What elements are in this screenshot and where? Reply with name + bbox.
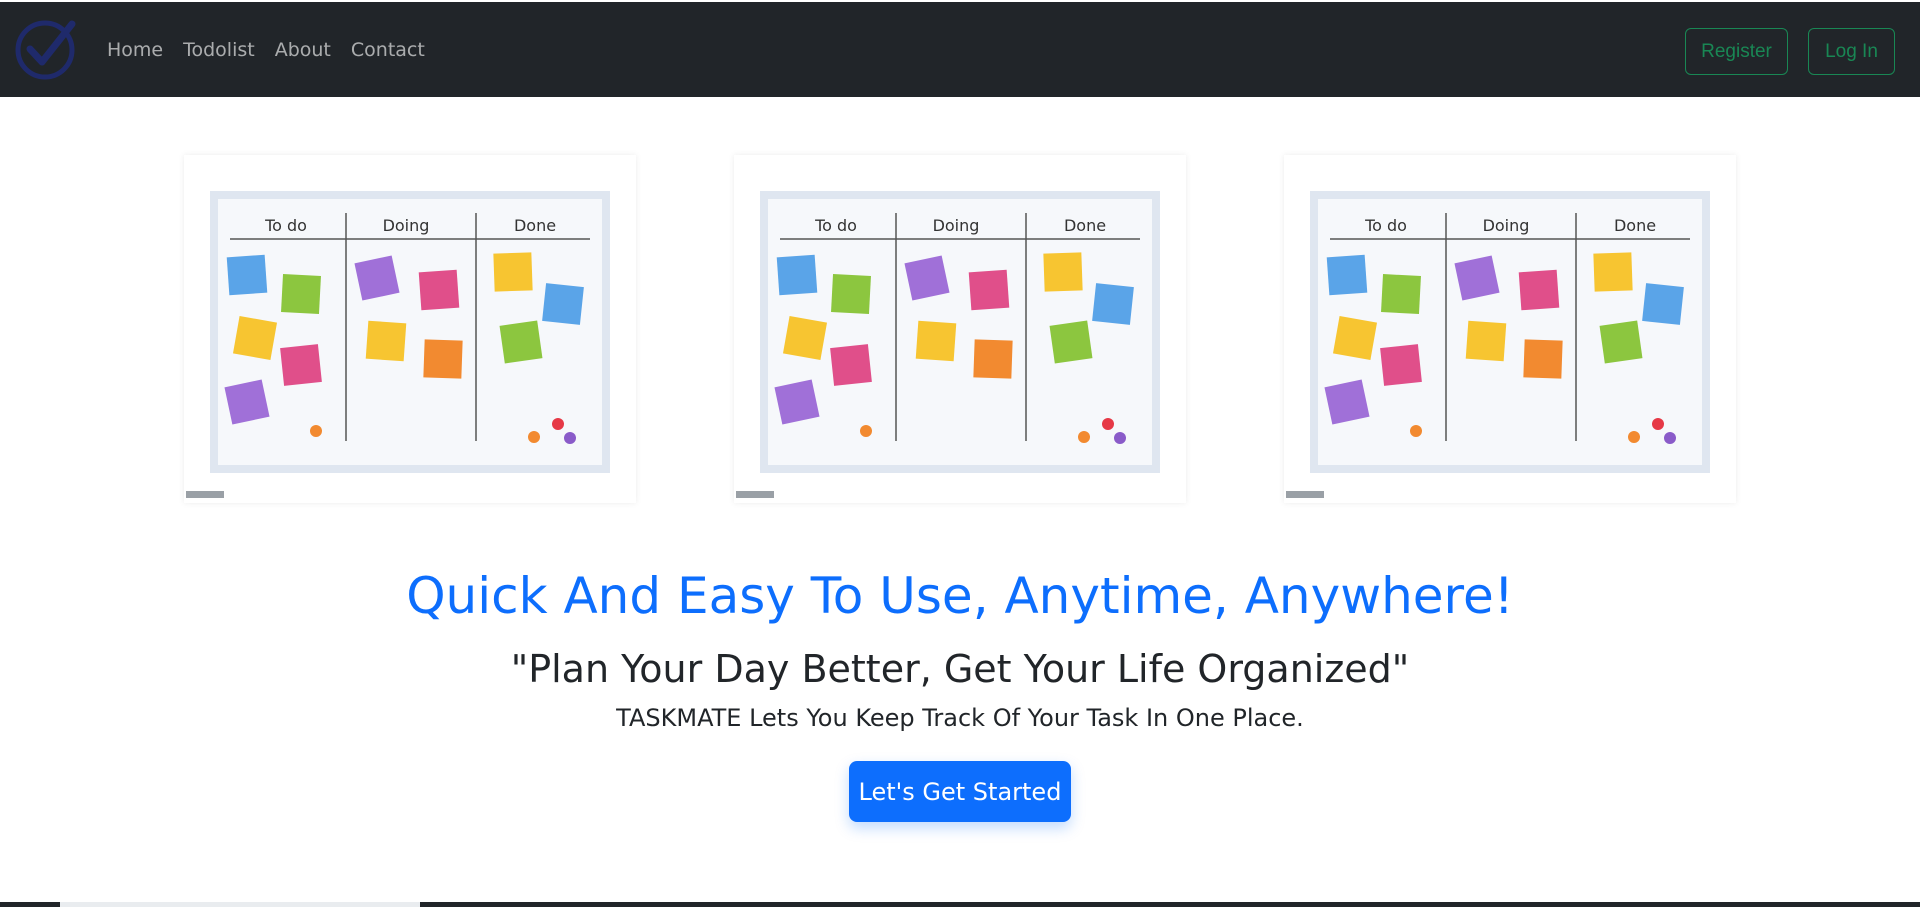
register-button[interactable]: Register xyxy=(1685,28,1788,75)
nav-link-contact[interactable]: Contact xyxy=(351,39,425,61)
login-button[interactable]: Log In xyxy=(1808,28,1895,75)
column-label-done: Done xyxy=(514,216,556,235)
kanban-board-image: To do Doing Done xyxy=(734,155,1186,503)
nav-link-home[interactable]: Home xyxy=(107,39,163,61)
column-label-todo: To do xyxy=(264,216,307,235)
kanban-board-image: To do Doing Done xyxy=(184,155,636,503)
top-navbar: Home Todolist About Contact Register Log… xyxy=(0,2,1920,97)
cta-container: Let's Get Started xyxy=(0,761,1920,822)
get-started-button[interactable]: Let's Get Started xyxy=(849,761,1071,822)
kanban-board-image: To do Doing Done xyxy=(1284,155,1736,503)
column-label-doing: Doing xyxy=(383,216,430,235)
column-label-done: Done xyxy=(1614,216,1656,235)
nav-links: Home Todolist About Contact xyxy=(107,2,445,97)
hero-headline: Quick And Easy To Use, Anytime, Anywhere… xyxy=(406,567,1514,625)
horizontal-scrollbar[interactable] xyxy=(60,902,420,907)
column-label-doing: Doing xyxy=(1483,216,1530,235)
nav-link-about[interactable]: About xyxy=(275,39,331,61)
nav-link-todolist[interactable]: Todolist xyxy=(183,39,255,61)
check-circle-icon[interactable] xyxy=(12,16,78,82)
column-label-doing: Doing xyxy=(933,216,980,235)
column-label-todo: To do xyxy=(1364,216,1407,235)
column-label-done: Done xyxy=(1064,216,1106,235)
hero-tagline: TASKMATE Lets You Keep Track Of Your Tas… xyxy=(616,704,1304,732)
hero-subhead: "Plan Your Day Better, Get Your Life Org… xyxy=(510,647,1410,691)
column-label-todo: To do xyxy=(814,216,857,235)
